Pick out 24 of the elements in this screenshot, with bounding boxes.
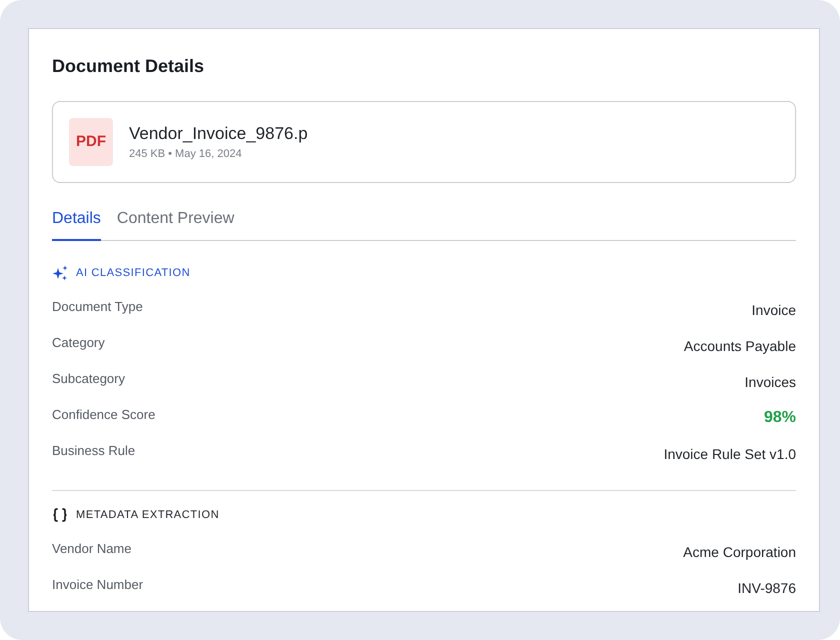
pdf-file-icon: PDF [69, 118, 113, 166]
field-value: INV-9876 [738, 579, 796, 598]
field-label: Vendor Name [52, 540, 132, 558]
confidence-score-value: 98% [764, 408, 796, 428]
field-value: Invoices [744, 373, 796, 392]
curly-braces-icon [52, 508, 68, 522]
field-label: Category [52, 334, 105, 352]
field-label: Business Rule [52, 442, 136, 460]
section-heading: METADATA EXTRACTION [76, 508, 220, 523]
field-value: Accounts Payable [684, 337, 796, 356]
panel-title: Document Details [52, 55, 206, 78]
field-value: Invoice Rule Set v1.0 [664, 445, 796, 464]
field-label: Document Type [52, 298, 143, 316]
tab[interactable]: Content Preview [116, 207, 234, 241]
field-label: Invoice Number [52, 576, 144, 594]
field-label: Confidence Score [52, 406, 156, 424]
field-label: Subcategory [52, 370, 125, 388]
tab[interactable]: Details [52, 207, 101, 241]
sparkle-icon [52, 265, 68, 281]
field-value: Invoice [752, 301, 796, 320]
file-meta: 245 KB • May 16, 2024 [129, 146, 243, 162]
field-value: Acme Corporation [683, 543, 796, 562]
section-heading: AI CLASSIFICATION [76, 266, 190, 281]
file-name: Vendor_Invoice_9876.p [129, 122, 308, 144]
